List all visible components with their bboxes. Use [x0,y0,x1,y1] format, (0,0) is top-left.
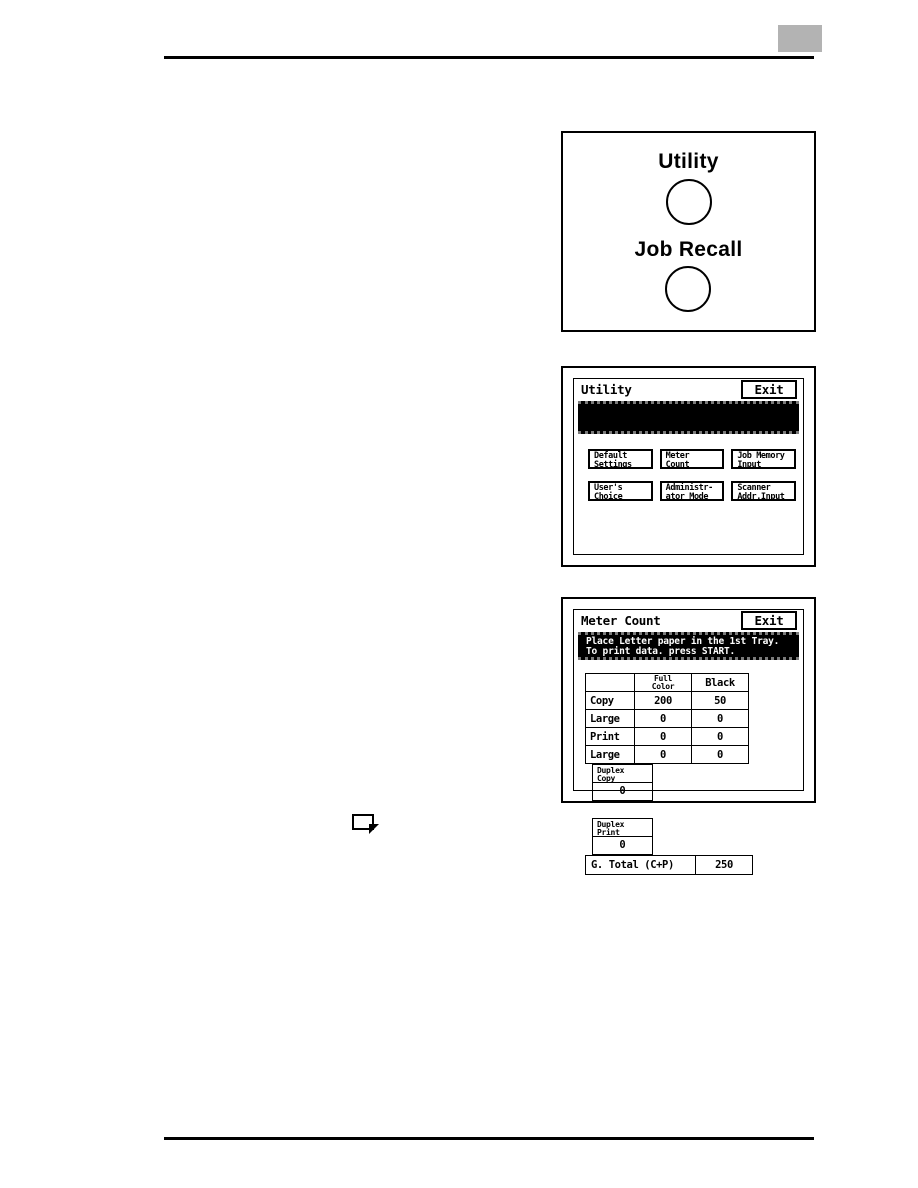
utility-screen-title: Utility [581,382,632,397]
utility-message-bar [578,401,799,434]
utility-button-users-choice[interactable]: User's Choice [588,481,653,501]
table-header-row: Full Color Black [585,673,749,692]
duplex-copy-value: 0 [593,782,652,800]
cell-print-large-full-color: 0 [634,745,692,764]
hardkey-utility[interactable]: Utility [658,150,719,225]
note-memo-icon [352,814,380,836]
utility-button-job-memory-input-lines: Job Memory Input [737,452,793,469]
duplex-print-box: Duplex Print 0 [592,818,653,855]
utility-button-meter-count-lines: Meter Count [665,452,722,469]
utility-button-default-settings-lines: Default Settings [594,452,650,469]
utility-exit-button[interactable]: Exit [741,380,797,399]
row-label-print-large: Large [585,745,635,764]
utility-button-scanner-addr-input-line2: Addr.Input [737,491,785,501]
utility-button-users-choice-line2: Choice [594,491,623,501]
table-row: Large 0 0 [585,745,749,764]
duplex-spacer [592,801,653,818]
header-blank-cell [585,673,635,692]
meter-titlebar: Meter Count Exit [574,610,803,632]
utility-button-default-settings[interactable]: Default Settings [588,449,653,469]
cell-copy-black: 50 [691,691,749,710]
cell-copy-large-black: 0 [691,709,749,728]
utility-button-users-choice-lines: User's Choice [594,484,650,501]
meter-count-screen-illustration-panel: Meter Count Exit Place Letter paper in t… [561,597,816,875]
header-full-color: Full Color [634,673,692,692]
cell-print-full-color: 0 [634,727,692,746]
table-row: Copy 200 50 [585,691,749,710]
table-row: Print 0 0 [585,727,749,746]
note-fold-corner-shape [369,824,379,834]
meter-lcd: Meter Count Exit Place Letter paper in t… [573,609,804,875]
row-label-copy-large: Large [585,709,635,728]
utility-menu-grid: Default Settings Meter Count Job Memory … [588,449,796,501]
utility-button-meter-count[interactable]: Meter Count [659,449,725,469]
page-corner-mark [778,25,822,52]
footer-rule [164,1137,814,1140]
header-full-color-line2: Color [651,681,675,691]
utility-button-scanner-addr-input[interactable]: Scanner Addr.Input [731,481,796,501]
utility-button-meter-count-line2: Count [665,459,690,469]
hardkey-utility-circle-icon[interactable] [665,178,712,225]
duplex-copy-header: Duplex Copy [593,765,652,783]
utility-button-administrator-mode[interactable]: Administr- ator Mode [659,481,725,501]
meter-exit-button[interactable]: Exit [741,611,797,630]
hardkey-job-recall-circle-icon[interactable] [665,265,712,312]
utility-button-job-memory-input[interactable]: Job Memory Input [731,449,796,469]
grand-total-table: G. Total (C+P) 250 [585,855,753,875]
meter-count-table: Full Color Black Copy 200 50 Large 0 0 P [585,673,749,764]
duplex-side-column: Duplex Copy 0 Duplex Print 0 [592,764,653,855]
duplex-print-header: Duplex Print [593,819,652,837]
hardkey-job-recall-label: Job Recall [634,237,743,261]
row-label-print: Print [585,727,635,746]
utility-button-administrator-mode-line2: ator Mode [665,491,709,501]
header-rule [164,56,814,59]
utility-button-job-memory-input-line2: Input [737,459,761,469]
cell-print-large-black: 0 [691,745,749,764]
grand-total-label: G. Total (C+P) [585,855,696,875]
utility-button-administrator-mode-lines: Administr- ator Mode [665,484,722,501]
row-label-copy: Copy [585,691,635,710]
utility-titlebar: Utility Exit [574,379,803,401]
utility-button-default-settings-line2: Settings [594,459,632,469]
hardkey-utility-label: Utility [658,150,719,174]
duplex-print-value: 0 [593,836,652,854]
utility-screen-illustration-panel: Utility Exit Default Settings Meter Coun… [561,366,816,567]
utility-button-scanner-addr-input-lines: Scanner Addr.Input [737,484,793,501]
cell-print-black: 0 [691,727,749,746]
header-black: Black [691,673,749,692]
meter-screen-title: Meter Count [581,613,661,628]
utility-lcd: Utility Exit Default Settings Meter Coun… [573,378,804,555]
hardkeys-illustration-panel: Utility Job Recall [561,131,816,332]
meter-count-body: Full Color Black Copy 200 50 Large 0 0 P [585,673,794,875]
hardkey-job-recall[interactable]: Job Recall [634,237,743,312]
hardkey-group: Utility Job Recall [563,133,814,330]
duplex-copy-box: Duplex Copy 0 [592,764,653,801]
cell-copy-full-color: 200 [634,691,692,710]
table-row: Large 0 0 [585,709,749,728]
meter-message-line-2: To print data. press START. [586,646,736,657]
meter-message-bar: Place Letter paper in the 1st Tray. To p… [578,632,799,660]
table-row: G. Total (C+P) 250 [585,855,753,875]
cell-copy-large-full-color: 0 [634,709,692,728]
grand-total-value: 250 [695,855,753,875]
